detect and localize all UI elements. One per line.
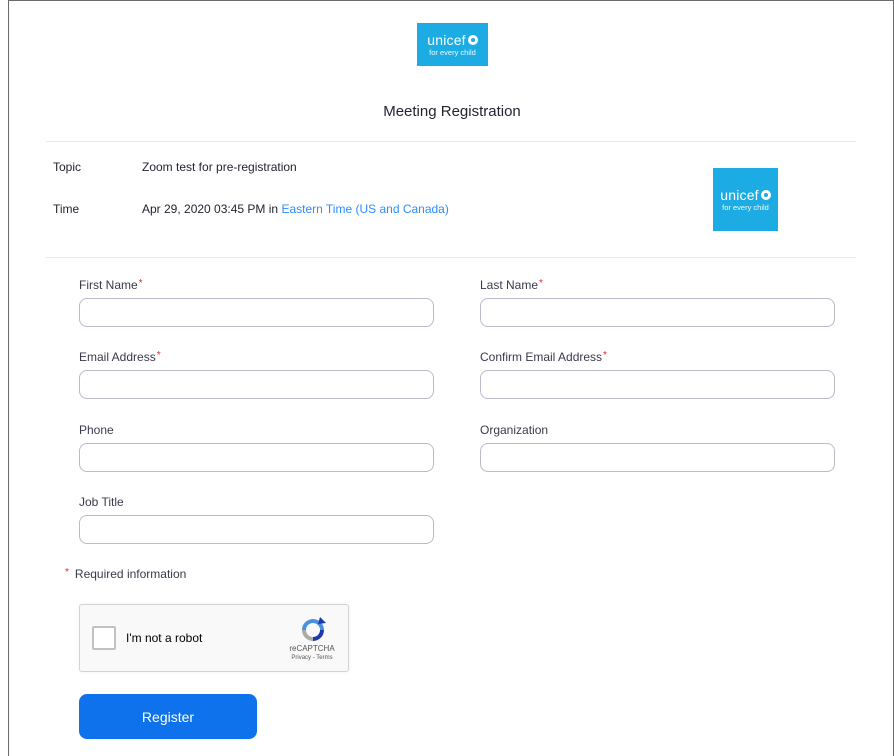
topic-value: Zoom test for pre-registration: [142, 160, 297, 174]
first-name-input[interactable]: [79, 298, 434, 327]
unicef-logo: unicef for every child: [417, 23, 488, 66]
job-title-input[interactable]: [79, 515, 434, 544]
email-input[interactable]: [79, 370, 434, 399]
globe-icon: [467, 35, 478, 45]
last-name-input[interactable]: [480, 298, 835, 327]
topic-label: Topic: [53, 160, 82, 174]
register-button[interactable]: Register: [79, 694, 257, 739]
phone-label: Phone: [79, 423, 114, 437]
time-value: Apr 29, 2020 03:45 PM in Eastern Time (U…: [142, 202, 449, 216]
logo-brand-text: unicef: [427, 31, 466, 48]
required-marker: *: [138, 278, 143, 289]
recaptcha-widget: I'm not a robot reCAPTCHA Privacy - Term…: [79, 604, 349, 672]
recaptcha-brand: reCAPTCHA: [289, 644, 335, 653]
logo-tagline: for every child: [722, 202, 769, 212]
organization-label: Organization: [480, 423, 549, 437]
email-label: Email Address*: [79, 350, 161, 364]
recaptcha-icon: [302, 617, 326, 641]
logo-brand-text: unicef: [720, 186, 759, 203]
organization-input[interactable]: [480, 443, 835, 472]
time-label: Time: [53, 202, 80, 216]
confirm-email-label: Confirm Email Address*: [480, 350, 607, 364]
required-marker: *: [65, 567, 69, 578]
timezone-link[interactable]: Eastern Time (US and Canada): [281, 202, 448, 216]
last-name-label: Last Name*: [480, 278, 543, 292]
page-title: Meeting Registration: [383, 103, 521, 120]
recaptcha-checkbox[interactable]: [92, 626, 116, 650]
first-name-label: First Name*: [79, 278, 143, 292]
globe-icon: [760, 190, 771, 200]
time-text: Apr 29, 2020 03:45 PM in: [142, 202, 282, 216]
job-title-label: Job Title: [79, 495, 124, 509]
phone-input[interactable]: [79, 443, 434, 472]
unicef-logo-small: unicef for every child: [713, 168, 778, 231]
required-note: * Required information: [65, 567, 187, 581]
required-marker: *: [539, 278, 543, 289]
recaptcha-privacy-terms[interactable]: Privacy - Terms: [276, 655, 348, 661]
divider: [46, 141, 856, 142]
required-marker: *: [156, 350, 161, 361]
logo-tagline: for every child: [429, 47, 476, 57]
recaptcha-label: I'm not a robot: [126, 631, 203, 645]
confirm-email-input[interactable]: [480, 370, 835, 399]
registration-page: unicef for every child Meeting Registrat…: [8, 0, 894, 756]
divider: [46, 257, 856, 258]
required-marker: *: [603, 350, 607, 361]
